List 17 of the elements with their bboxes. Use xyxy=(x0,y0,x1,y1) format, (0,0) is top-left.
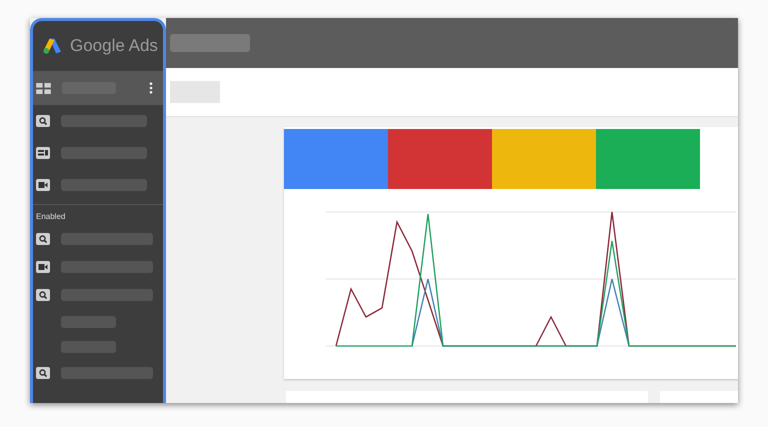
more-icon[interactable] xyxy=(149,82,153,94)
video-icon xyxy=(36,179,50,191)
grid-icon xyxy=(36,82,51,94)
search-icon xyxy=(36,115,50,127)
logo-icon xyxy=(42,37,62,55)
video-icon xyxy=(36,261,50,273)
section-label: Enabled xyxy=(35,211,66,223)
placeholder-bar xyxy=(61,340,116,352)
placeholder-bar xyxy=(61,316,116,328)
search-icon xyxy=(36,367,50,379)
search-icon xyxy=(36,233,50,245)
sidebar-item[interactable] xyxy=(33,71,163,105)
search-field[interactable] xyxy=(170,34,250,52)
placeholder-bar xyxy=(170,81,220,103)
search-icon xyxy=(36,289,50,301)
display-ad-icon xyxy=(36,147,50,159)
app-title: Google Ads xyxy=(70,36,158,56)
